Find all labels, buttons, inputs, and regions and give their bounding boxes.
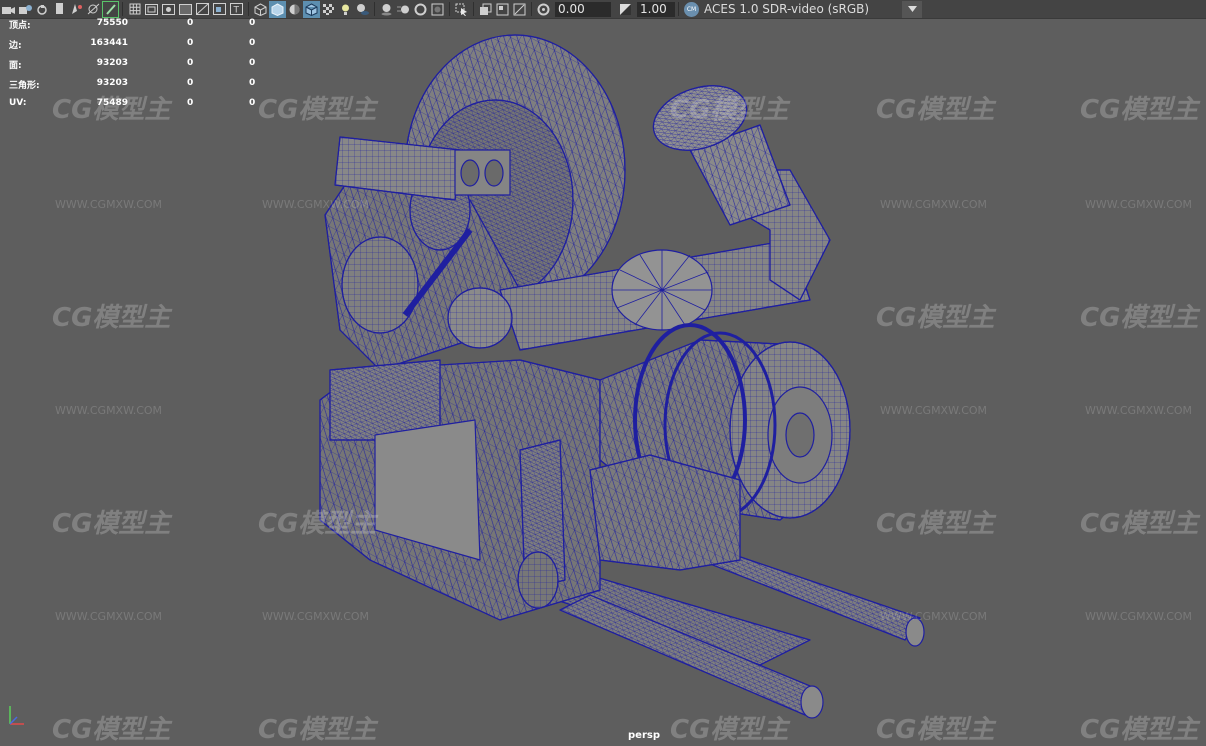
toolbar-separator xyxy=(531,2,532,16)
two-sided-lighting-icon[interactable] xyxy=(511,1,528,18)
hud-value: 163441 xyxy=(90,38,128,48)
hud-value: 93203 xyxy=(96,78,128,88)
hud-value: 0 xyxy=(187,18,194,28)
camera-attribute-icon[interactable] xyxy=(17,1,34,18)
toolbar-separator xyxy=(678,2,679,16)
hud-row-vertices: 顶点: 75550 0 0 xyxy=(9,17,269,37)
xray-icon[interactable] xyxy=(320,1,337,18)
color-space-select[interactable]: ACES 1.0 SDR-video (sRGB) xyxy=(702,1,902,18)
hud-label: 边: xyxy=(9,41,22,51)
hud-row-triangles: 三角形: 93203 0 0 xyxy=(9,77,269,97)
xray-joints-icon[interactable] xyxy=(477,1,494,18)
main-body xyxy=(319,359,601,621)
color-management-icon[interactable]: CM xyxy=(684,1,699,17)
wireframe-on-shaded-icon[interactable] xyxy=(303,0,320,18)
exposure-field[interactable] xyxy=(555,1,611,17)
hud-value: 0 xyxy=(187,98,194,108)
wireframe-icon[interactable] xyxy=(252,1,269,18)
hud-value: 0 xyxy=(187,58,194,68)
toolbar-separator xyxy=(449,2,450,16)
shadows-icon[interactable] xyxy=(354,1,371,18)
wireframe-model[interactable] xyxy=(0,19,1206,742)
svg-text:T: T xyxy=(233,6,240,16)
chevron-down-icon[interactable] xyxy=(902,0,922,18)
hud-value: 0 xyxy=(187,78,194,88)
hud-value: 75550 xyxy=(96,18,128,28)
field-chart-icon[interactable] xyxy=(194,1,211,18)
hud-value: 75489 xyxy=(96,98,128,108)
resolution-gate-icon[interactable] xyxy=(160,1,177,18)
hud-value: 0 xyxy=(249,98,256,108)
grease-pencil-icon[interactable] xyxy=(85,1,102,18)
hud-value: 0 xyxy=(249,18,256,28)
lights-icon[interactable] xyxy=(337,1,354,18)
toolbar-separator xyxy=(122,2,123,16)
grid-icon[interactable] xyxy=(126,1,143,18)
gamma-field[interactable] xyxy=(637,1,675,17)
hud-row-edges: 边: 163441 0 0 xyxy=(9,37,269,57)
hud-row-faces: 面: 93203 0 0 xyxy=(9,57,269,77)
hud-label: 三角形: xyxy=(9,81,40,91)
image-plane-icon[interactable] xyxy=(51,1,68,18)
toolbar-separator xyxy=(248,2,249,16)
hud-value: 0 xyxy=(187,38,194,48)
screen-space-ao-icon[interactable] xyxy=(378,1,395,18)
2d-pan-icon[interactable] xyxy=(68,1,85,18)
toolbar-separator xyxy=(473,2,474,16)
hud-value: 0 xyxy=(249,58,256,68)
bookmark-icon[interactable] xyxy=(34,1,51,18)
hud-label: 顶点: xyxy=(9,21,31,31)
camera-icon[interactable] xyxy=(0,1,17,18)
hud-row-uvs: UV: 75489 0 0 xyxy=(9,97,269,117)
perspective-viewport[interactable]: CG模型主 CG模型主 CG模型主 CG模型主 CG模型主 WWW.CGMXW.… xyxy=(0,19,1206,745)
hud-label: UV: xyxy=(9,98,27,108)
isolate-select-icon[interactable] xyxy=(453,1,470,18)
use-default-material-icon[interactable] xyxy=(286,1,303,18)
hud-value: 0 xyxy=(249,38,256,48)
smooth-shade-icon[interactable] xyxy=(269,0,286,18)
safe-title-icon[interactable]: T xyxy=(228,1,245,18)
camera-name-label: persp xyxy=(628,730,660,741)
safe-action-icon[interactable] xyxy=(211,1,228,18)
paint-brush-icon[interactable] xyxy=(102,0,119,18)
film-gate-icon[interactable] xyxy=(143,1,160,18)
toolbar-separator xyxy=(374,2,375,16)
xray-active-icon[interactable] xyxy=(494,1,511,18)
exposure-icon[interactable] xyxy=(535,1,552,18)
gamma-icon[interactable] xyxy=(617,1,634,18)
motion-blur-icon[interactable] xyxy=(395,1,412,18)
hud-value: 0 xyxy=(249,78,256,88)
hud-value: 93203 xyxy=(96,58,128,68)
poly-count-hud: 顶点: 75550 0 0 边: 163441 0 0 面: 93203 0 0… xyxy=(9,17,269,117)
gate-mask-icon[interactable] xyxy=(177,1,194,18)
depth-of-field-icon[interactable] xyxy=(429,1,446,18)
multisample-aa-icon[interactable] xyxy=(412,1,429,18)
hud-label: 面: xyxy=(9,61,22,71)
axis-gizmo-icon xyxy=(9,706,24,725)
